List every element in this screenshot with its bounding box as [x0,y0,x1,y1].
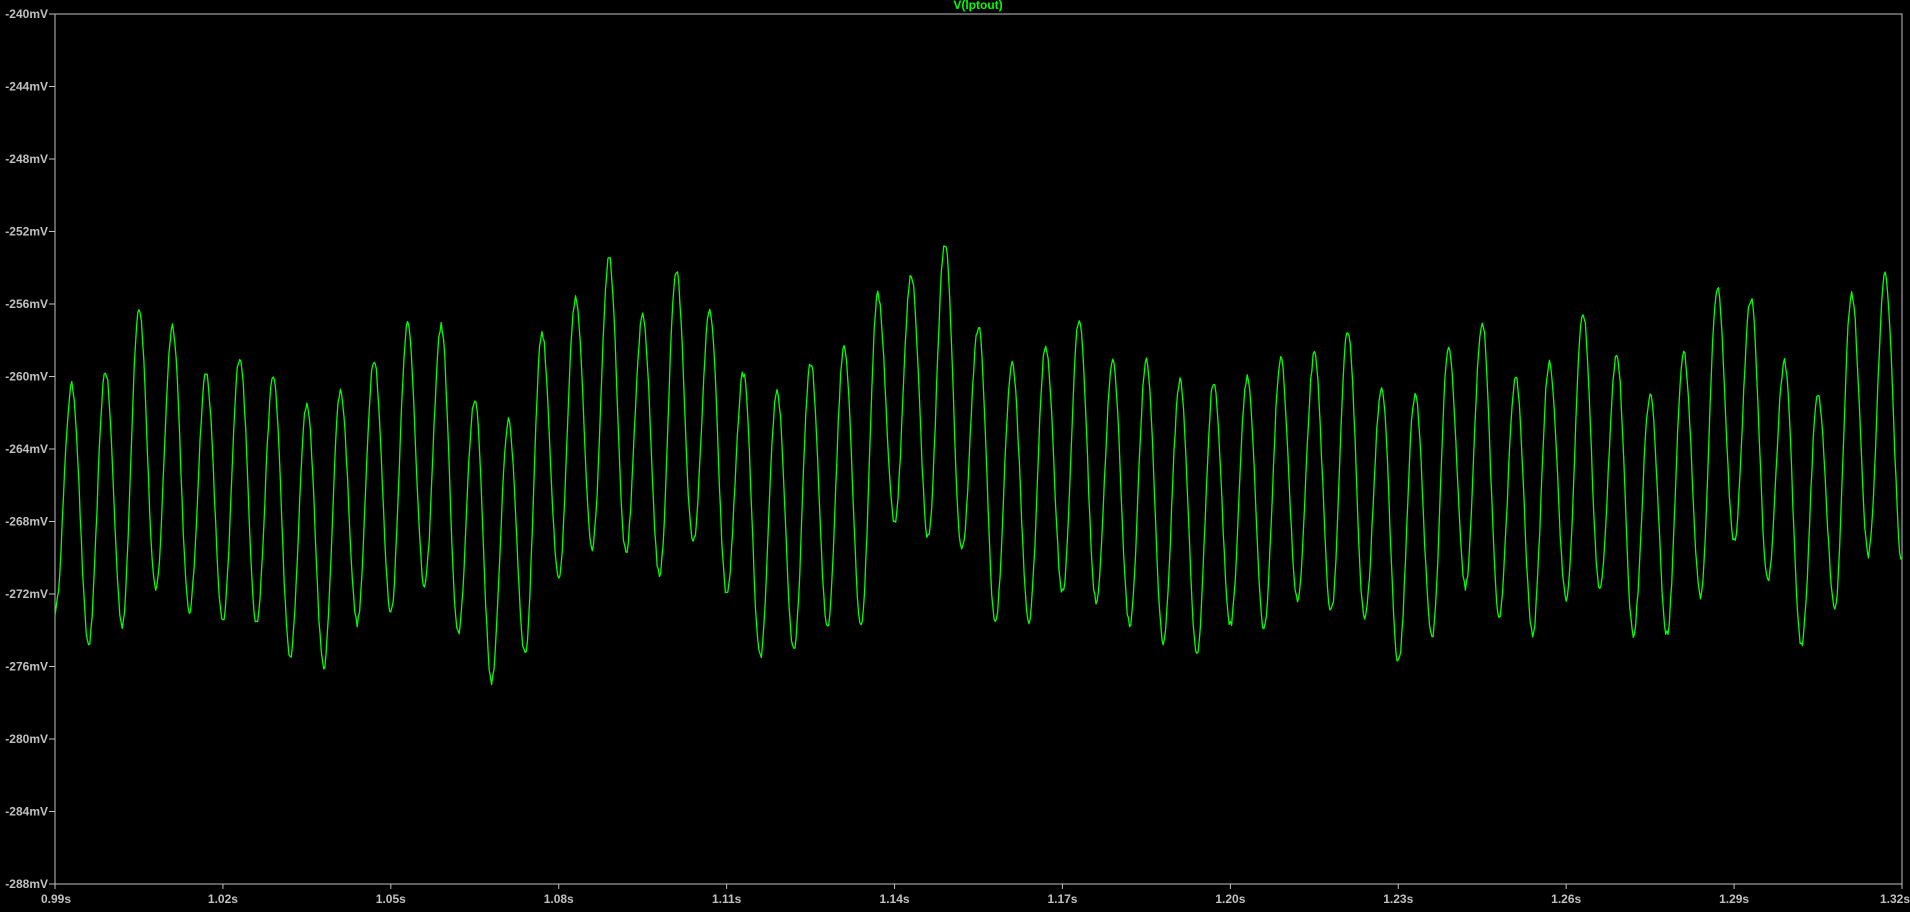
x-tick-label: 1.08s [544,892,574,906]
y-tick-label: -256mV [5,297,48,311]
y-tick-label: -260mV [5,370,48,384]
y-tick-label: -244mV [5,80,48,94]
y-tick-label: -264mV [5,442,48,456]
trace-title[interactable]: V(lptout) [953,0,1002,12]
x-tick-label: 1.20s [1215,892,1245,906]
x-tick-label: 0.99s [41,892,71,906]
x-tick-label: 1.23s [1383,892,1413,906]
y-tick-label: -248mV [5,152,48,166]
x-tick-label: 1.17s [1047,892,1077,906]
x-tick-label: 1.11s [712,892,742,906]
x-tick-label: 1.02s [208,892,238,906]
y-tick-label: -280mV [5,732,48,746]
y-tick-label: -268mV [5,515,48,529]
x-tick-label: 1.32s [1880,892,1910,906]
y-tick-label: -284mV [5,805,48,819]
x-tick-label: 1.14s [880,892,910,906]
y-tick-label: -272mV [5,587,48,601]
y-tick-label: -288mV [5,877,48,891]
y-tick-label: -276mV [5,660,48,674]
x-tick-label: 1.05s [376,892,406,906]
y-tick-label: -252mV [5,225,48,239]
x-tick-label: 1.26s [1551,892,1581,906]
waveform-plot: V(lptout) -240mV -244mV -248mV -252mV -256mV… [0,0,1910,912]
x-tick-label: 1.29s [1719,892,1749,906]
y-tick-label: -240mV [5,7,48,21]
